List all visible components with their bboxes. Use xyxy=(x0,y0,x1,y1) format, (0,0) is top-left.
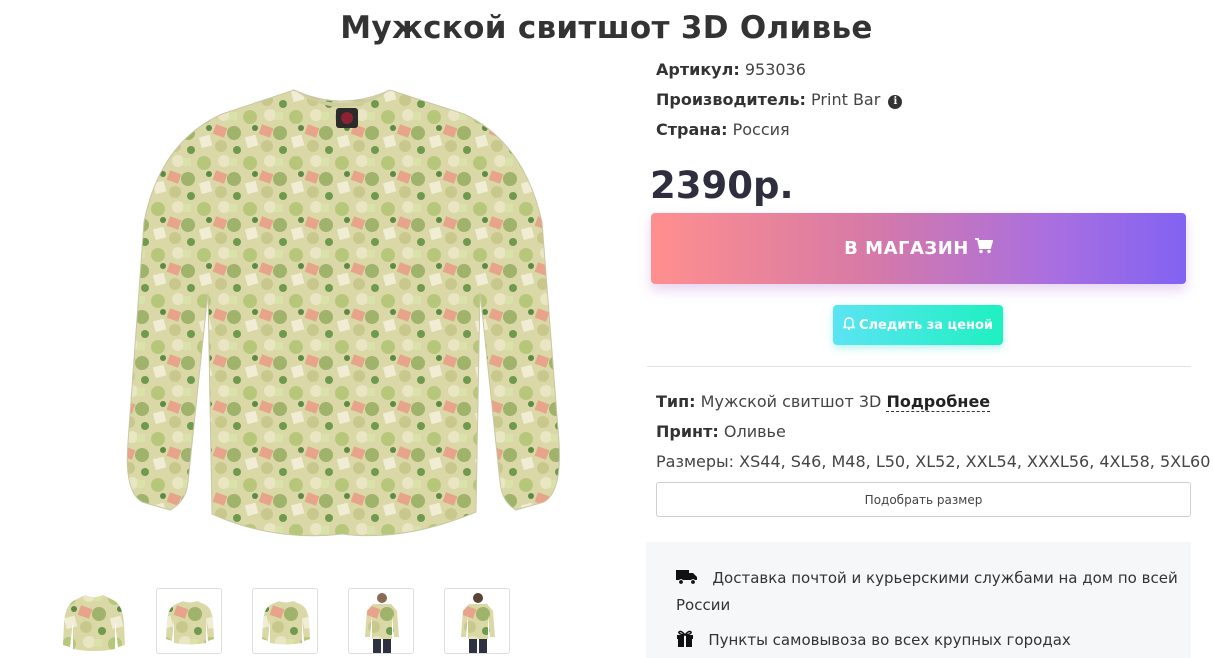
thumbnail-image xyxy=(461,593,495,653)
delivery-shipping-text-cont: России xyxy=(676,596,731,614)
delivery-shipping-text: Доставка почтой и курьерскими службами н… xyxy=(712,569,1178,587)
delivery-info-box: Доставка почтой и курьерскими службами н… xyxy=(646,542,1191,658)
thumbnail-image xyxy=(365,593,399,653)
type-line: Тип: Мужской свитшот 3D Подробнее xyxy=(656,392,991,412)
print-line: Принт: Оливье xyxy=(656,422,786,441)
thumbnail-image xyxy=(166,601,214,645)
article-line: Артикул: 953036 xyxy=(656,60,806,79)
delivery-line-pickup: Пункты самовывоза во всех крупных города… xyxy=(676,628,1071,655)
gift-icon xyxy=(676,630,694,655)
track-price-button[interactable]: Следить за ценой xyxy=(833,305,1003,345)
thumbnail-front[interactable] xyxy=(60,588,126,654)
product-main-image[interactable] xyxy=(104,62,580,562)
delivery-line-shipping: Доставка почтой и курьерскими службами н… xyxy=(676,566,1178,618)
shopping-cart-icon xyxy=(974,238,994,259)
type-label: Тип: xyxy=(656,392,696,411)
type-value: Мужской свитшот 3D xyxy=(700,392,882,411)
print-value: Оливье xyxy=(723,422,786,441)
track-button-label: Следить за ценой xyxy=(858,317,994,333)
thumbnail-image xyxy=(262,601,310,645)
sizes-line: Размеры: XS44, S46, M48, L50, XL52, XXL5… xyxy=(656,452,1210,471)
divider xyxy=(647,366,1191,367)
type-more-link[interactable]: Подробнее xyxy=(886,392,991,412)
thumbnail-strip xyxy=(60,588,540,654)
product-price: 2390р. xyxy=(650,164,794,207)
country-line: Страна: Россия xyxy=(656,120,790,139)
thumbnail-image xyxy=(63,595,125,651)
maker-line: Производитель: Print Bar i xyxy=(656,90,903,109)
thumbnail-model-back[interactable] xyxy=(444,588,510,654)
sizes-value: XS44, S46, M48, L50, XL52, XXL54, XXXL56… xyxy=(739,452,1211,471)
delivery-pickup-text: Пункты самовывоза во всех крупных города… xyxy=(708,631,1071,649)
thumbnail-model-front[interactable] xyxy=(348,588,414,654)
go-to-shop-button[interactable]: В МАГАЗИН xyxy=(651,213,1186,284)
sizes-label: Размеры: xyxy=(656,452,735,471)
country-value: Россия xyxy=(732,120,790,139)
shop-button-label: В МАГАЗИН xyxy=(844,238,969,259)
thumbnail-side[interactable] xyxy=(252,588,318,654)
maker-label: Производитель: xyxy=(656,90,806,109)
info-circle-icon[interactable]: i xyxy=(888,95,903,109)
bell-icon xyxy=(842,316,856,334)
choose-size-button[interactable]: Подобрать размер xyxy=(656,482,1191,517)
article-value: 953036 xyxy=(744,60,806,79)
article-label: Артикул: xyxy=(656,60,740,79)
page-title: Мужской свитшот 3D Оливье xyxy=(340,10,873,46)
country-label: Страна: xyxy=(656,120,728,139)
print-label: Принт: xyxy=(656,422,719,441)
maker-value: Print Bar xyxy=(811,90,881,109)
thumbnail-back[interactable] xyxy=(156,588,222,654)
sweatshirt-image xyxy=(126,89,560,537)
truck-icon xyxy=(676,568,698,593)
